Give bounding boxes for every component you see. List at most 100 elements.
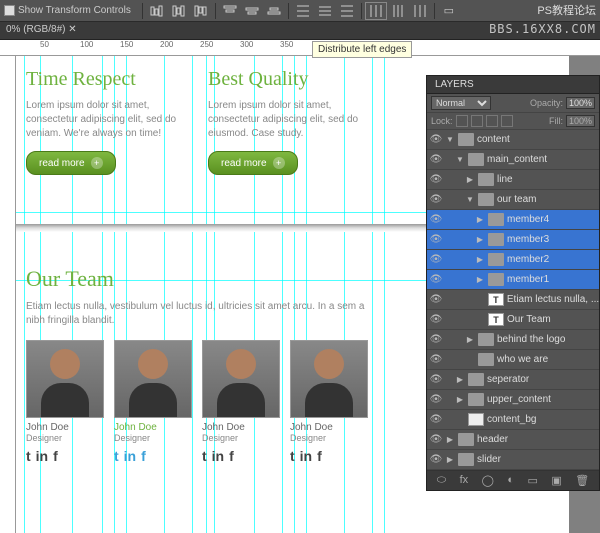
layer-tree[interactable]: 👁▼content👁▼main_content👁▶line👁▼our team👁… — [427, 130, 599, 470]
expand-chevron-icon[interactable]: ▶ — [475, 255, 485, 264]
visibility-icon[interactable]: 👁 — [427, 454, 445, 465]
layer-name[interactable]: member3 — [507, 234, 549, 245]
align-icon[interactable] — [219, 2, 241, 20]
fill-value[interactable]: 100% — [566, 115, 595, 127]
visibility-icon[interactable]: 👁 — [427, 154, 445, 165]
align-icon[interactable] — [190, 2, 212, 20]
guide[interactable] — [24, 56, 25, 533]
layer-name[interactable]: behind the logo — [497, 334, 565, 345]
visibility-icon[interactable]: 👁 — [427, 414, 445, 425]
layer-name[interactable]: member2 — [507, 254, 549, 265]
linkedin-icon[interactable]: in — [36, 448, 48, 464]
layer-row[interactable]: 👁▶ header — [427, 430, 599, 450]
adjustment-icon[interactable]: ◐ — [507, 474, 514, 487]
align-icon[interactable] — [146, 2, 168, 20]
facebook-icon[interactable]: f — [229, 448, 234, 464]
visibility-icon[interactable]: 👁 — [427, 334, 445, 345]
layer-row[interactable]: 👁who we are — [427, 350, 599, 370]
layer-name[interactable]: slider — [477, 454, 501, 465]
ruler-vertical[interactable] — [0, 56, 16, 533]
layer-name[interactable]: content — [477, 134, 510, 145]
lock-transparency-icon[interactable] — [456, 115, 468, 127]
facebook-icon[interactable]: f — [317, 448, 322, 464]
layer-row[interactable]: 👁▶member4 — [427, 210, 599, 230]
layer-name[interactable]: who we are — [497, 354, 548, 365]
layer-row[interactable]: 👁 ▶ member3 — [427, 230, 599, 250]
layer-row[interactable]: 👁 ▶ member1 — [427, 270, 599, 290]
transform-checkbox[interactable] — [4, 5, 15, 16]
fx-icon[interactable]: fx — [460, 474, 469, 487]
facebook-icon[interactable]: f — [53, 448, 58, 464]
delete-icon[interactable]: 🗑 — [575, 474, 589, 487]
layer-name[interactable]: member1 — [507, 274, 549, 285]
visibility-icon[interactable]: 👁 — [427, 134, 445, 145]
align-icon[interactable] — [263, 2, 285, 20]
layer-name[interactable]: Our Team — [507, 314, 551, 325]
layer-row[interactable]: 👁 ▶ member2 — [427, 250, 599, 270]
twitter-icon[interactable]: t — [202, 448, 207, 464]
expand-chevron-icon[interactable]: ▶ — [455, 375, 465, 384]
visibility-icon[interactable]: 👁 — [427, 314, 445, 325]
expand-chevron-icon[interactable]: ▶ — [465, 335, 475, 344]
layer-row[interactable]: 👁 ▶ line — [427, 170, 599, 190]
expand-chevron-icon[interactable]: ▶ — [455, 395, 465, 404]
expand-chevron-icon[interactable]: ▼ — [445, 135, 455, 144]
read-more-button[interactable]: read more+ — [208, 151, 298, 175]
expand-chevron-icon[interactable]: ▶ — [475, 235, 485, 244]
mask-icon[interactable]: ▭ — [438, 2, 460, 20]
layer-row[interactable]: 👁 ▶ upper_content — [427, 390, 599, 410]
expand-chevron-icon[interactable]: ▼ — [465, 195, 475, 204]
expand-chevron-icon[interactable]: ▶ — [465, 175, 475, 184]
layer-name[interactable]: line — [497, 174, 513, 185]
visibility-icon[interactable]: 👁 — [427, 254, 445, 265]
layer-row[interactable]: 👁▼ content — [427, 130, 599, 150]
distribute-icon[interactable] — [336, 2, 358, 20]
expand-chevron-icon[interactable]: ▶ — [445, 435, 455, 444]
mask-icon[interactable]: ◯ — [482, 474, 494, 487]
facebook-icon[interactable]: f — [141, 448, 146, 464]
linkedin-icon[interactable]: in — [212, 448, 224, 464]
align-icon[interactable] — [241, 2, 263, 20]
layer-row[interactable]: 👁TOur Team — [427, 310, 599, 330]
lock-position-icon[interactable] — [486, 115, 498, 127]
visibility-icon[interactable]: 👁 — [427, 374, 445, 385]
distribute-icon[interactable] — [387, 2, 409, 20]
twitter-icon[interactable]: t — [26, 448, 31, 464]
layer-name[interactable]: main_content — [487, 154, 547, 165]
layer-row[interactable]: 👁 content_bg — [427, 410, 599, 430]
layer-row[interactable]: 👁▼main_content — [427, 150, 599, 170]
expand-chevron-icon[interactable]: ▶ — [475, 275, 485, 284]
new-layer-icon[interactable]: ▣ — [551, 474, 561, 487]
lock-all-icon[interactable] — [501, 115, 513, 127]
read-more-button[interactable]: read more+ — [26, 151, 116, 175]
visibility-icon[interactable]: 👁 — [427, 234, 445, 245]
layer-name[interactable]: seperator — [487, 374, 529, 385]
group-icon[interactable]: ▭ — [528, 474, 538, 487]
visibility-icon[interactable]: 👁 — [427, 274, 445, 285]
distribute-icon[interactable] — [314, 2, 336, 20]
blend-mode-select[interactable]: Normal — [431, 96, 491, 110]
layer-row[interactable]: 👁TEtiam lectus nulla, ... — [427, 290, 599, 310]
link-icon[interactable]: ⬭ — [437, 474, 446, 487]
visibility-icon[interactable]: 👁 — [427, 394, 445, 405]
layer-name[interactable]: content_bg — [487, 414, 537, 425]
visibility-icon[interactable]: 👁 — [427, 294, 445, 305]
expand-chevron-icon[interactable]: ▶ — [475, 215, 485, 224]
layers-panel[interactable]: LAYERS Normal Opacity: 100% Lock: Fill: … — [426, 75, 600, 491]
layer-name[interactable]: upper_content — [487, 394, 551, 405]
layer-row[interactable]: 👁▼our team — [427, 190, 599, 210]
visibility-icon[interactable]: 👁 — [427, 434, 445, 445]
lock-pixels-icon[interactable] — [471, 115, 483, 127]
visibility-icon[interactable]: 👁 — [427, 174, 445, 185]
layer-name[interactable]: our team — [497, 194, 536, 205]
distribute-icon[interactable] — [292, 2, 314, 20]
linkedin-icon[interactable]: in — [124, 448, 136, 464]
layer-row[interactable]: 👁 ▶ seperator — [427, 370, 599, 390]
layer-name[interactable]: Etiam lectus nulla, ... — [507, 294, 599, 305]
layer-name[interactable]: header — [477, 434, 508, 445]
opacity-value[interactable]: 100% — [566, 97, 595, 109]
visibility-icon[interactable]: 👁 — [427, 214, 445, 225]
ruler-horizontal[interactable]: 50 100 150 200 250 300 350 400 450 — [0, 40, 600, 56]
layers-tab[interactable]: LAYERS — [427, 76, 599, 94]
align-icon[interactable] — [168, 2, 190, 20]
